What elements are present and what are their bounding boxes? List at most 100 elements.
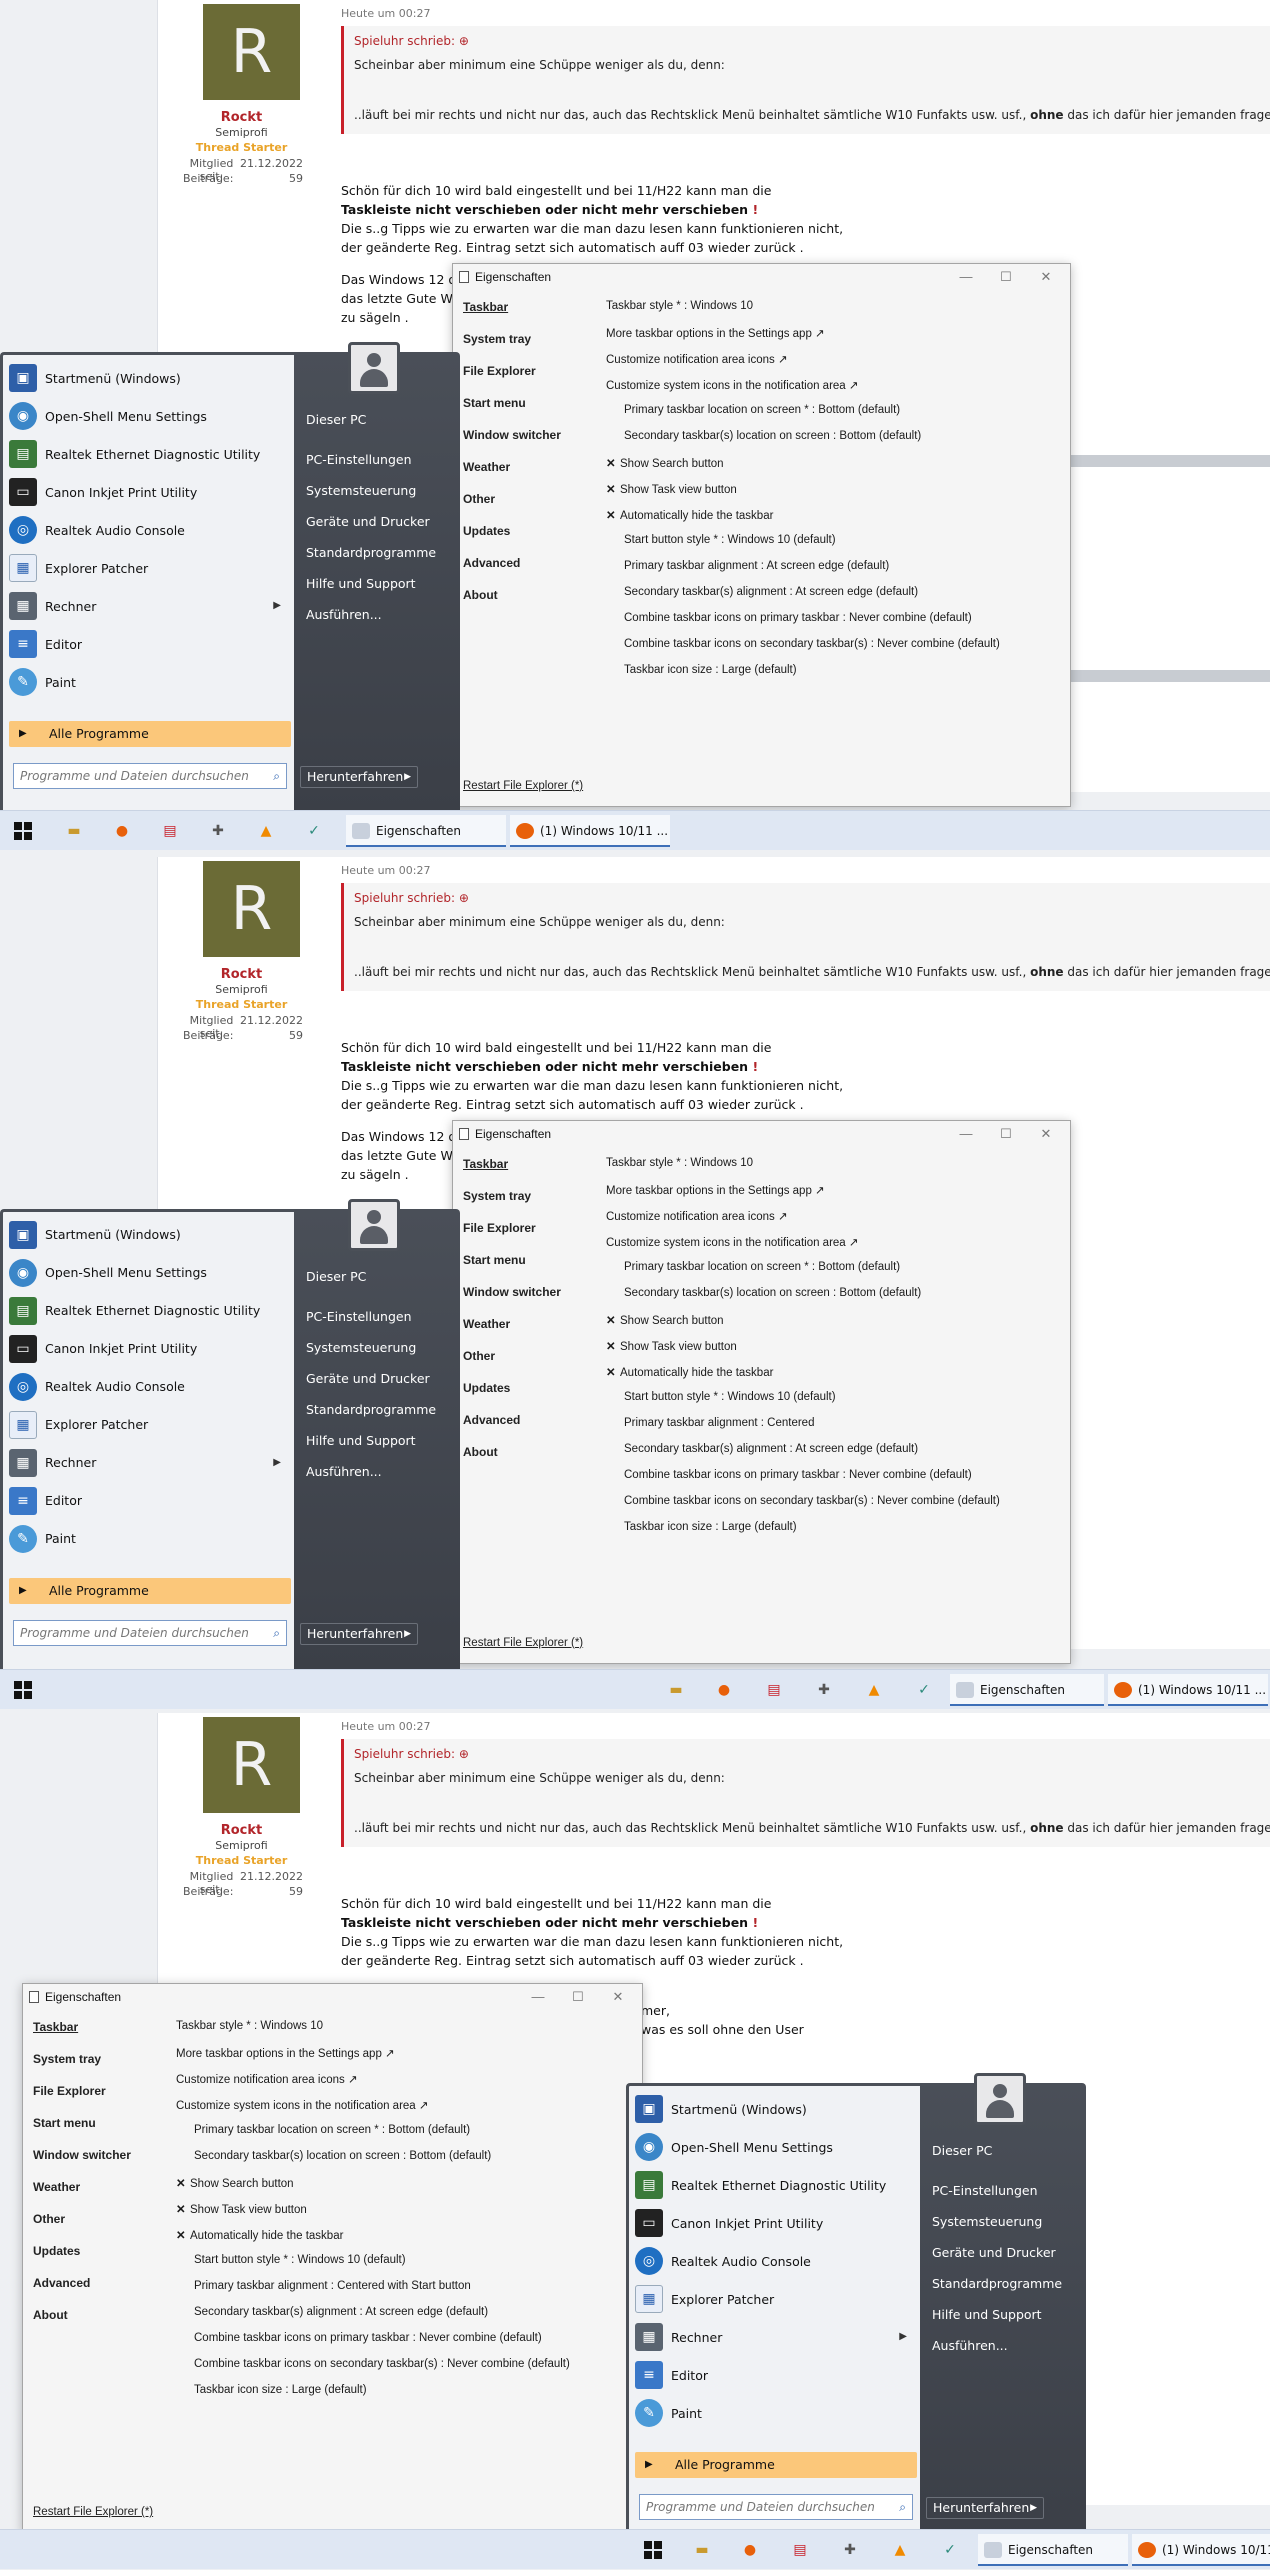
- option-show-search[interactable]: ✕ Show Search button: [606, 1313, 724, 1327]
- option-show-task-view[interactable]: ✕ Show Task view button: [606, 482, 737, 496]
- category-file-explorer[interactable]: File Explorer: [463, 364, 536, 378]
- option-notification-icons-link[interactable]: Customize notification area icons ↗: [606, 1209, 788, 1223]
- category-other[interactable]: Other: [463, 1349, 495, 1363]
- category-updates[interactable]: Updates: [33, 2244, 80, 2258]
- window-titlebar[interactable]: Eigenschaften — ☐ ✕: [453, 264, 1070, 290]
- quote-author[interactable]: Spieluhr schrieb: ⊕: [354, 891, 469, 905]
- option-auto-hide[interactable]: ✕ Automatically hide the taskbar: [606, 508, 773, 522]
- place-control-panel[interactable]: Systemsteuerung: [932, 2214, 1042, 2229]
- shutdown-button[interactable]: Herunterfahren ▶: [300, 1622, 418, 1645]
- taskbar-task-properties[interactable]: Eigenschaften: [950, 1673, 1104, 1706]
- place-help-support[interactable]: Hilfe und Support: [306, 1433, 416, 1448]
- category-taskbar[interactable]: Taskbar: [33, 2020, 78, 2034]
- category-advanced[interactable]: Advanced: [33, 2276, 90, 2290]
- app-icon[interactable]: ✓: [302, 820, 326, 842]
- start-item-realtek-audio[interactable]: ◎ Realtek Audio Console: [9, 513, 291, 547]
- start-item-realtek-ethernet[interactable]: ▤ Realtek Ethernet Diagnostic Utility: [635, 2168, 917, 2202]
- option-system-icons-link[interactable]: Customize system icons in the notificati…: [176, 2098, 429, 2112]
- properties-window[interactable]: Eigenschaften — ☐ ✕ Taskbar System tray …: [22, 1983, 643, 2534]
- option-secondary-location[interactable]: Secondary taskbar(s) location on screen …: [624, 430, 921, 442]
- option-icon-size[interactable]: Taskbar icon size : Large (default): [624, 664, 797, 676]
- post-date[interactable]: Heute um 00:27: [341, 7, 430, 20]
- option-primary-alignment[interactable]: Primary taskbar alignment : Centered: [624, 1417, 814, 1429]
- tools-icon[interactable]: ✚: [206, 820, 230, 842]
- quote-author[interactable]: Spieluhr schrieb: ⊕: [354, 34, 469, 48]
- place-default-programs[interactable]: Standardprogramme: [932, 2276, 1062, 2291]
- start-item-openshell[interactable]: ◉ Open-Shell Menu Settings: [9, 399, 291, 433]
- start-item-realtek-audio[interactable]: ◎ Realtek Audio Console: [635, 2244, 917, 2278]
- option-taskbar-style[interactable]: Taskbar style * : Windows 10: [176, 2020, 323, 2032]
- taskbar-task-properties[interactable]: Eigenschaften: [978, 2534, 1128, 2567]
- category-about[interactable]: About: [463, 1445, 498, 1459]
- start-item-startmenu[interactable]: ▣ Startmenü (Windows): [9, 361, 291, 395]
- option-start-button-style[interactable]: Start button style * : Windows 10 (defau…: [624, 534, 836, 546]
- option-combine-primary[interactable]: Combine taskbar icons on primary taskbar…: [624, 1469, 972, 1481]
- start-item-canon[interactable]: ▭ Canon Inkjet Print Utility: [9, 1332, 291, 1366]
- place-devices-printers[interactable]: Geräte und Drucker: [306, 1371, 430, 1386]
- start-item-paint[interactable]: ✎ Paint: [9, 1522, 291, 1556]
- firefox-icon[interactable]: ●: [738, 2539, 762, 2561]
- category-system-tray[interactable]: System tray: [463, 1189, 531, 1203]
- option-taskbar-style[interactable]: Taskbar style * : Windows 10: [606, 1157, 753, 1169]
- category-updates[interactable]: Updates: [463, 524, 510, 538]
- option-combine-secondary[interactable]: Combine taskbar icons on secondary taskb…: [624, 638, 1000, 650]
- place-this-pc[interactable]: Dieser PC: [306, 412, 366, 427]
- category-start-menu[interactable]: Start menu: [33, 2116, 96, 2130]
- category-weather[interactable]: Weather: [463, 460, 510, 474]
- start-item-realtek-ethernet[interactable]: ▤ Realtek Ethernet Diagnostic Utility: [9, 437, 291, 471]
- category-other[interactable]: Other: [463, 492, 495, 506]
- taskbar-task-browser[interactable]: (1) Windows 10/11 ...: [1108, 1673, 1268, 1706]
- firefox-icon[interactable]: ●: [712, 1679, 736, 1701]
- place-pc-settings[interactable]: PC-Einstellungen: [306, 1309, 412, 1324]
- start-item-editor[interactable]: ≡ Editor: [9, 1484, 291, 1518]
- category-about[interactable]: About: [463, 588, 498, 602]
- option-system-icons-link[interactable]: Customize system icons in the notificati…: [606, 1235, 859, 1249]
- maximize-button[interactable]: ☐: [986, 266, 1026, 288]
- option-primary-location[interactable]: Primary taskbar location on screen * : B…: [624, 404, 900, 416]
- category-about[interactable]: About: [33, 2308, 68, 2322]
- category-other[interactable]: Other: [33, 2212, 65, 2226]
- start-search-input[interactable]: Programme und Dateien durchsuchen ⌕: [639, 2494, 913, 2521]
- place-devices-printers[interactable]: Geräte und Drucker: [306, 514, 430, 529]
- option-taskbar-style[interactable]: Taskbar style * : Windows 10: [606, 300, 753, 312]
- category-window-switcher[interactable]: Window switcher: [463, 428, 561, 442]
- maximize-button[interactable]: ☐: [986, 1123, 1026, 1145]
- option-combine-primary[interactable]: Combine taskbar icons on primary taskbar…: [194, 2332, 542, 2344]
- place-pc-settings[interactable]: PC-Einstellungen: [932, 2183, 1038, 2198]
- start-item-paint[interactable]: ✎ Paint: [9, 665, 291, 699]
- option-auto-hide[interactable]: ✕ Automatically hide the taskbar: [606, 1365, 773, 1379]
- username-link[interactable]: Rockt: [158, 967, 325, 982]
- category-window-switcher[interactable]: Window switcher: [33, 2148, 131, 2162]
- user-avatar[interactable]: R: [203, 1717, 300, 1814]
- option-more-settings-link[interactable]: More taskbar options in the Settings app…: [606, 326, 825, 340]
- option-primary-alignment[interactable]: Primary taskbar alignment : Centered wit…: [194, 2280, 471, 2292]
- windows-start-icon[interactable]: [14, 1680, 32, 1699]
- properties-window[interactable]: Eigenschaften — ☐ ✕ Taskbar System tray …: [452, 263, 1071, 807]
- category-taskbar[interactable]: Taskbar: [463, 300, 508, 314]
- start-item-rechner[interactable]: ▦ Rechner ▶: [635, 2320, 917, 2354]
- category-window-switcher[interactable]: Window switcher: [463, 1285, 561, 1299]
- option-secondary-alignment[interactable]: Secondary taskbar(s) alignment : At scre…: [624, 1443, 918, 1455]
- place-this-pc[interactable]: Dieser PC: [306, 1269, 366, 1284]
- option-primary-location[interactable]: Primary taskbar location on screen * : B…: [624, 1261, 900, 1273]
- user-avatar[interactable]: R: [203, 4, 300, 100]
- close-button[interactable]: ✕: [1026, 266, 1066, 288]
- tools-icon[interactable]: ✚: [812, 1679, 836, 1701]
- minimize-button[interactable]: —: [518, 1986, 558, 2008]
- start-item-realtek-audio[interactable]: ◎ Realtek Audio Console: [9, 1370, 291, 1404]
- category-start-menu[interactable]: Start menu: [463, 1253, 526, 1267]
- windows-start-icon[interactable]: [644, 2541, 662, 2560]
- minimize-button[interactable]: —: [946, 1123, 986, 1145]
- option-notification-icons-link[interactable]: Customize notification area icons ↗: [606, 352, 788, 366]
- start-menu[interactable]: ▣ Startmenü (Windows) ◉ Open-Shell Menu Se…: [0, 1198, 460, 1695]
- option-combine-primary[interactable]: Combine taskbar icons on primary taskbar…: [624, 612, 972, 624]
- option-show-task-view[interactable]: ✕ Show Task view button: [176, 2202, 307, 2216]
- pdf-icon[interactable]: ▤: [158, 820, 182, 842]
- option-show-search[interactable]: ✕ Show Search button: [176, 2176, 294, 2190]
- vlc-icon[interactable]: ▲: [888, 2539, 912, 2561]
- place-run[interactable]: Ausführen...: [306, 607, 382, 622]
- category-advanced[interactable]: Advanced: [463, 556, 520, 570]
- window-titlebar[interactable]: Eigenschaften — ☐ ✕: [453, 1121, 1070, 1147]
- option-combine-secondary[interactable]: Combine taskbar icons on secondary taskb…: [194, 2358, 570, 2370]
- start-item-canon[interactable]: ▭ Canon Inkjet Print Utility: [9, 475, 291, 509]
